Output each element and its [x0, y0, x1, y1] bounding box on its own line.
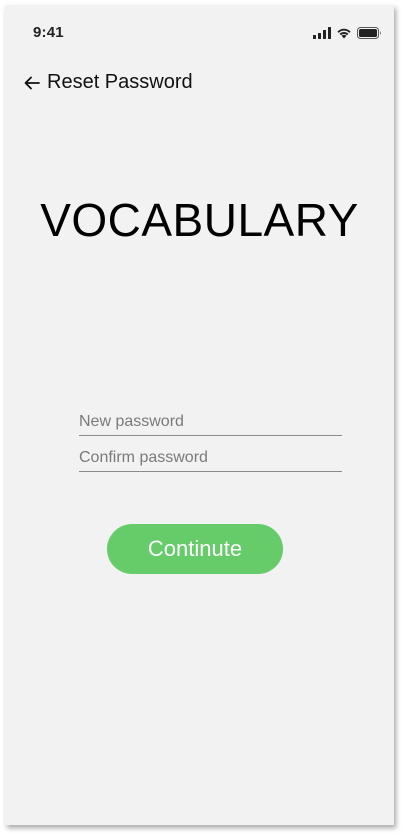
wifi-icon: [336, 26, 352, 44]
app-name: VOCABULARY: [40, 194, 359, 246]
header: Reset Password: [23, 71, 193, 94]
cellular-signal-icon: [313, 26, 331, 44]
battery-icon: [357, 26, 382, 44]
arrow-left-icon[interactable]: [23, 75, 41, 91]
status-bar: 9:41: [5, 5, 394, 49]
status-icons: [313, 26, 382, 44]
confirm-password-field[interactable]: [79, 445, 342, 472]
status-time: 9:41: [33, 24, 64, 41]
page-title: Reset Password: [47, 71, 193, 93]
continue-button[interactable]: Continute: [107, 524, 283, 574]
new-password-field[interactable]: [79, 409, 342, 436]
phone-screen: 9:41 Reset Password VOCABULARY Continute: [5, 5, 394, 825]
